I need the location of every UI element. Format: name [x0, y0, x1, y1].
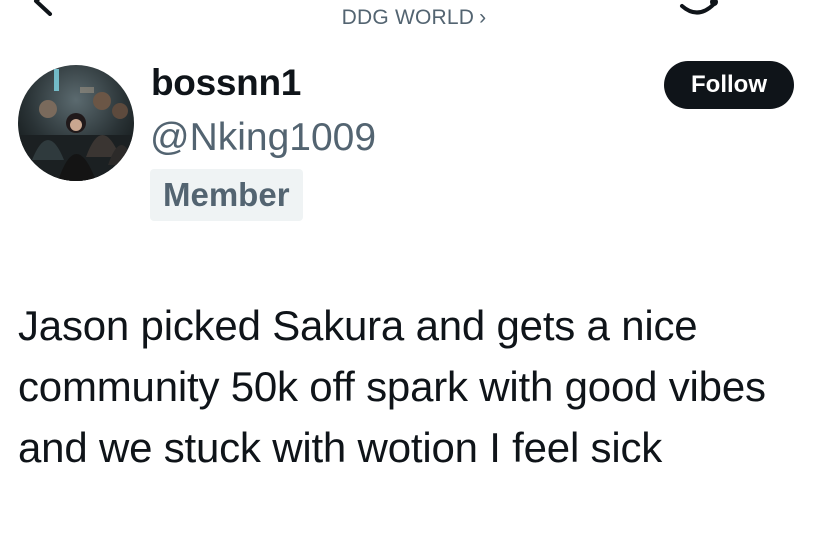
avatar[interactable] — [18, 65, 134, 181]
more-icon[interactable] — [676, 0, 722, 20]
display-name[interactable]: bossnn1 — [151, 62, 301, 104]
role-badge: Member — [150, 169, 303, 221]
top-bar: DDG WORLD › — [0, 0, 828, 40]
chevron-right-icon: › — [479, 6, 487, 29]
follow-button[interactable]: Follow — [664, 61, 794, 109]
community-name: DDG WORLD — [341, 6, 475, 29]
user-handle[interactable]: @Nking1009 — [150, 116, 376, 160]
post-text: Jason picked Sakura and gets a nice comm… — [18, 302, 766, 471]
